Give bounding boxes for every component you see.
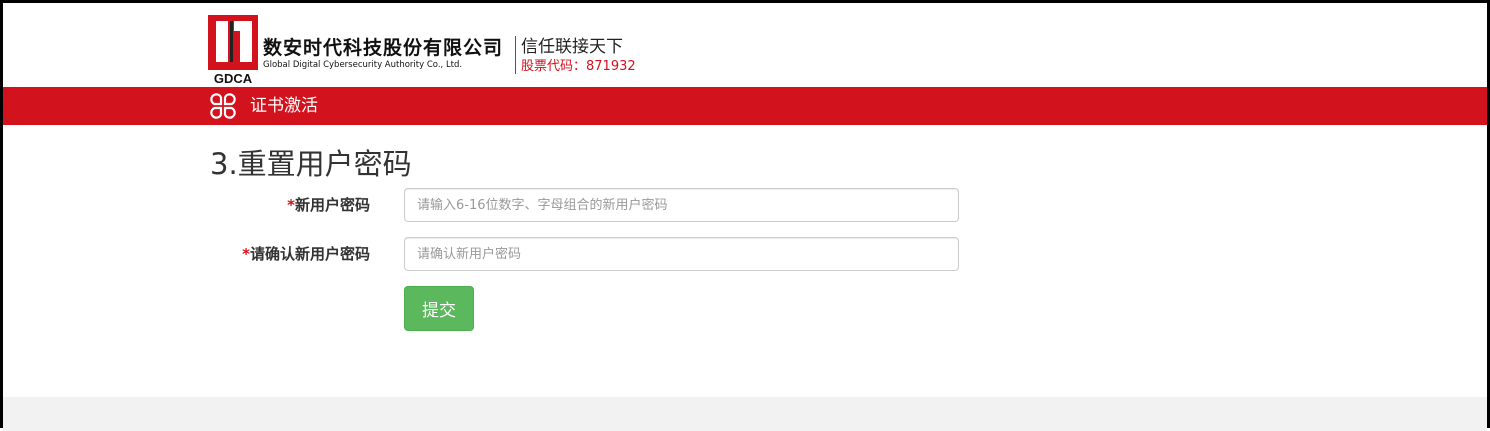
company-name-en: Global Digital Cybersecurity Authority C…	[263, 60, 463, 70]
confirm-password-label-text: 请确认新用户密码	[249, 245, 370, 263]
company-names: 数安时代科技股份有限公司 Global Digital Cybersecurit…	[263, 37, 503, 71]
confirm-password-row: *请确认新用户密码	[3, 237, 1487, 271]
site-header: GDCA 数安时代科技股份有限公司 Global Digital Cyberse…	[3, 3, 1487, 87]
confirm-password-label: *请确认新用户密码	[242, 245, 370, 263]
confirm-password-input[interactable]	[404, 237, 959, 271]
clover-grid-icon	[210, 93, 236, 119]
stock-code: 股票代码：871932	[521, 59, 636, 74]
logo-abbr: GDCA	[214, 71, 253, 85]
new-password-row: *新用户密码	[3, 188, 1487, 222]
nav-bar: 证书激活	[3, 87, 1487, 125]
header-divider	[515, 36, 516, 74]
required-mark: *	[242, 245, 250, 263]
page-footer	[3, 397, 1487, 431]
company-name-cn: 数安时代科技股份有限公司	[263, 37, 504, 59]
new-password-label: *新用户密码	[287, 196, 370, 214]
required-mark: *	[287, 196, 295, 214]
page-title: 3.重置用户密码	[210, 147, 412, 181]
new-password-label-text: 新用户密码	[294, 196, 370, 214]
submit-button[interactable]: 提交	[404, 286, 474, 331]
slogan: 信任联接天下	[521, 37, 623, 57]
gdca-logo-icon: GDCA	[208, 15, 258, 85]
new-password-input[interactable]	[404, 188, 959, 222]
nav-title[interactable]: 证书激活	[250, 95, 318, 117]
